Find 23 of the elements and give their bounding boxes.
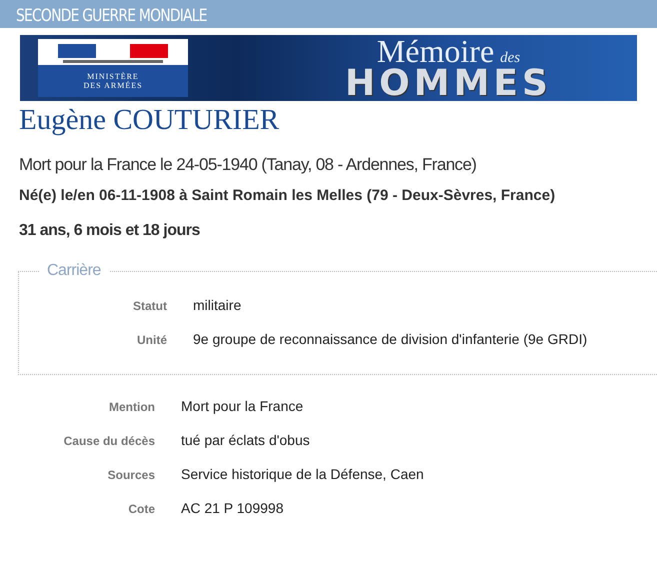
field-value: Service historique de la Défense, Caen [181, 466, 425, 482]
death-info: Mort pour la France le 24-05-1940 (Tanay, 08 - Ardennes, France) [19, 155, 478, 175]
career-legend: Carrière [39, 262, 109, 280]
site-title: Mémoire [376, 36, 494, 66]
age-info: 31 ans, 6 mois et 18 jours [19, 222, 201, 240]
site-title-small: des [500, 50, 520, 66]
person-name: Eugène COUTURIER [19, 104, 280, 137]
field-label: Cause du décès [62, 434, 155, 448]
ministry-name: DES ARMÉES [83, 81, 143, 90]
field-value: AC 21 P 109998 [181, 500, 284, 516]
ministry-name: MINISTÈRE [87, 72, 139, 81]
field-label: Sources [106, 468, 155, 482]
field-value: 9e groupe de reconnaissance de division d'infanterie (9e GRDI) [193, 331, 588, 347]
field-label: Statut [132, 299, 167, 313]
field-label: Mention [108, 400, 155, 414]
site-title-big: HOMMES [345, 66, 552, 100]
field-label: Cote [127, 502, 155, 516]
field-label: Unité [136, 333, 167, 347]
field-value: tué par éclats d'obus [181, 432, 311, 448]
field-value: Mort pour la France [181, 398, 304, 414]
section-title: SECONDE GUERRE MONDIALE [16, 5, 207, 28]
field-value: militaire [193, 297, 242, 313]
birth-info: Né(e) le/en 06-11-1908 à Saint Romain les Melles (79 - Deux-Sèvres, France) [19, 187, 556, 204]
